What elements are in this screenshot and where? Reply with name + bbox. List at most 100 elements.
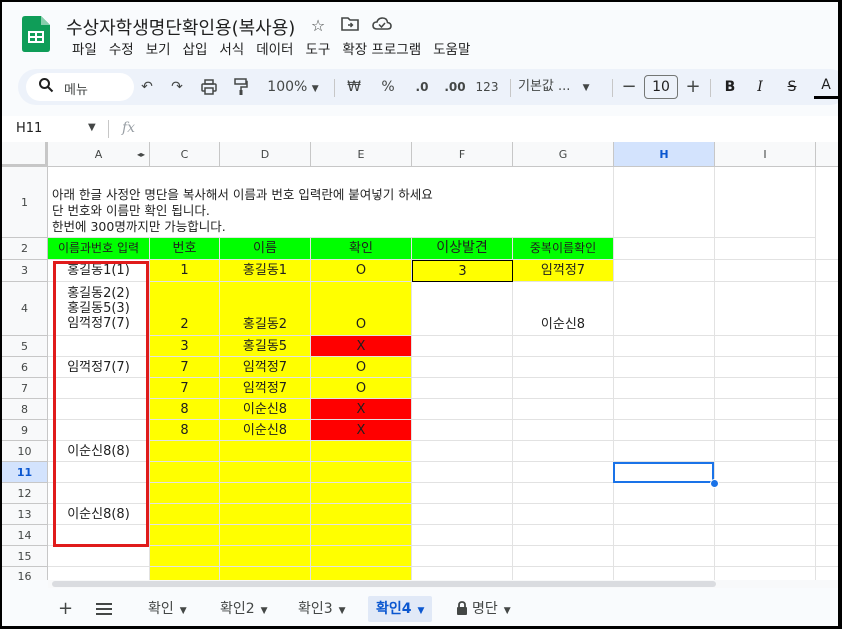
paint-format-icon[interactable] (230, 75, 252, 99)
menu-tools[interactable]: 도구 (299, 40, 336, 60)
header-name-number-input[interactable]: 이름과번호 입력 (48, 238, 150, 260)
cell-e10[interactable] (311, 441, 412, 462)
menu-file[interactable]: 파일 (66, 40, 103, 60)
menu-insert[interactable]: 삽입 (177, 40, 214, 60)
font-size-input[interactable]: 10 (644, 75, 678, 99)
cell-a14[interactable] (48, 525, 150, 546)
cell-c10[interactable] (150, 441, 220, 462)
cell-d14[interactable] (220, 525, 311, 546)
cell-c12[interactable] (150, 483, 220, 504)
cell-c3[interactable]: 1 (150, 260, 220, 282)
cell-g1[interactable] (513, 167, 614, 238)
cell-d4[interactable]: 홍길동2 (220, 282, 311, 336)
cell-d5[interactable]: 홍길동5 (220, 336, 311, 357)
cell-d7[interactable]: 임꺽정7 (220, 378, 311, 399)
menu-data[interactable]: 데이터 (250, 40, 299, 60)
column-header-a[interactable]: A ◂▸ (48, 142, 150, 167)
cell-c16[interactable] (150, 567, 220, 580)
cell-e13[interactable] (311, 504, 412, 525)
column-header-next[interactable] (816, 142, 838, 167)
zoom-select[interactable]: 100% ▼ (262, 75, 324, 99)
cell-d11[interactable] (220, 462, 311, 483)
row-header-16[interactable]: 16 (2, 567, 48, 580)
sheets-logo-icon[interactable] (22, 16, 50, 52)
row-header-10[interactable]: 10 (2, 441, 48, 462)
cell-a11[interactable] (48, 462, 150, 483)
cell-e7[interactable]: O (311, 378, 412, 399)
cell-a9[interactable] (48, 420, 150, 441)
header-check[interactable]: 확인 (311, 238, 412, 260)
row-header-14[interactable]: 14 (2, 525, 48, 546)
cell-a7[interactable] (48, 378, 150, 399)
row-header-3[interactable]: 3 (2, 260, 48, 282)
all-sheets-icon[interactable] (96, 600, 112, 621)
column-header-h[interactable]: H (614, 142, 715, 167)
row-header-6[interactable]: 6 (2, 357, 48, 378)
column-header-d[interactable]: D (220, 142, 311, 167)
scrollbar-thumb[interactable] (52, 581, 716, 587)
star-icon[interactable]: ☆ (308, 16, 328, 36)
cell-c14[interactable] (150, 525, 220, 546)
cell-e3[interactable]: O (311, 260, 412, 282)
cell-e5[interactable]: X (311, 336, 412, 357)
cell-a3[interactable]: 홍길동1(1) (48, 260, 150, 282)
cell-g4[interactable]: 이순신8 (513, 282, 614, 336)
cell-c9[interactable]: 8 (150, 420, 220, 441)
cell-e6[interactable]: O (311, 357, 412, 378)
number-format-button[interactable]: 123 (474, 75, 500, 99)
add-sheet-icon[interactable]: + (58, 598, 73, 619)
menu-search-box[interactable]: 메뉴 (26, 73, 134, 101)
font-size-increase-icon[interactable]: + (684, 75, 702, 99)
row-header-1[interactable]: 1 (2, 167, 48, 238)
cell-f3[interactable]: 3 (412, 260, 513, 282)
cell-d9[interactable]: 이순신8 (220, 420, 311, 441)
cell-e16[interactable] (311, 567, 412, 580)
cell-a13[interactable]: 이순신8(8) (48, 504, 150, 525)
row-header-13[interactable]: 13 (2, 504, 48, 525)
print-icon[interactable] (198, 75, 220, 99)
row-header-15[interactable]: 15 (2, 546, 48, 567)
cell-d13[interactable] (220, 504, 311, 525)
cell-c7[interactable]: 7 (150, 378, 220, 399)
row-header-7[interactable]: 7 (2, 378, 48, 399)
cell-d6[interactable]: 임꺽정7 (220, 357, 311, 378)
tab-confirm2[interactable]: 확인2 ▼ (212, 596, 276, 622)
name-box[interactable]: H11 (16, 121, 42, 136)
cloud-status-icon[interactable] (372, 16, 392, 36)
tab-confirm4[interactable]: 확인4 ▼ (368, 596, 433, 622)
cell-e12[interactable] (311, 483, 412, 504)
row-header-4[interactable]: 4 (2, 282, 48, 336)
cell-d10[interactable] (220, 441, 311, 462)
menu-help[interactable]: 도움말 (427, 40, 476, 60)
cell-g3[interactable]: 임꺽정7 (513, 260, 614, 282)
font-select[interactable]: 기본값 ... ▼ (518, 75, 606, 99)
redo-icon[interactable]: ↷ (166, 75, 188, 99)
horizontal-scrollbar[interactable] (48, 580, 838, 588)
cell-a4[interactable]: 홍길동2(2) 홍길동5(3) 임꺽정7(7) (48, 282, 150, 336)
column-header-i[interactable]: I (715, 142, 816, 167)
cell-d8[interactable]: 이순신8 (220, 399, 311, 420)
italic-button[interactable]: I (750, 75, 770, 99)
bold-button[interactable]: B (720, 75, 740, 99)
document-title[interactable]: 수상자학생명단확인용(복사용) (66, 14, 295, 40)
cell-d12[interactable] (220, 483, 311, 504)
column-header-g[interactable]: G (513, 142, 614, 167)
column-header-f[interactable]: F (412, 142, 513, 167)
cell-f4[interactable] (412, 282, 513, 336)
cell-c4[interactable]: 2 (150, 282, 220, 336)
header-number[interactable]: 번호 (150, 238, 220, 260)
strikethrough-button[interactable]: S (782, 75, 802, 99)
percent-button[interactable]: % (378, 75, 398, 99)
undo-icon[interactable]: ↶ (136, 75, 158, 99)
cell-a6[interactable]: 임꺽정7(7) (48, 357, 150, 378)
cell-d15[interactable] (220, 546, 311, 567)
text-color-button[interactable]: A (814, 75, 838, 99)
cell-d16[interactable] (220, 567, 311, 580)
currency-button[interactable]: ₩ (344, 75, 364, 99)
header-anomaly[interactable]: 이상발견 (412, 238, 513, 260)
column-header-c[interactable]: C (150, 142, 220, 167)
cell-e11[interactable] (311, 462, 412, 483)
cell-c8[interactable]: 8 (150, 399, 220, 420)
selected-cell-h11[interactable] (613, 462, 714, 483)
row-header-5[interactable]: 5 (2, 336, 48, 357)
